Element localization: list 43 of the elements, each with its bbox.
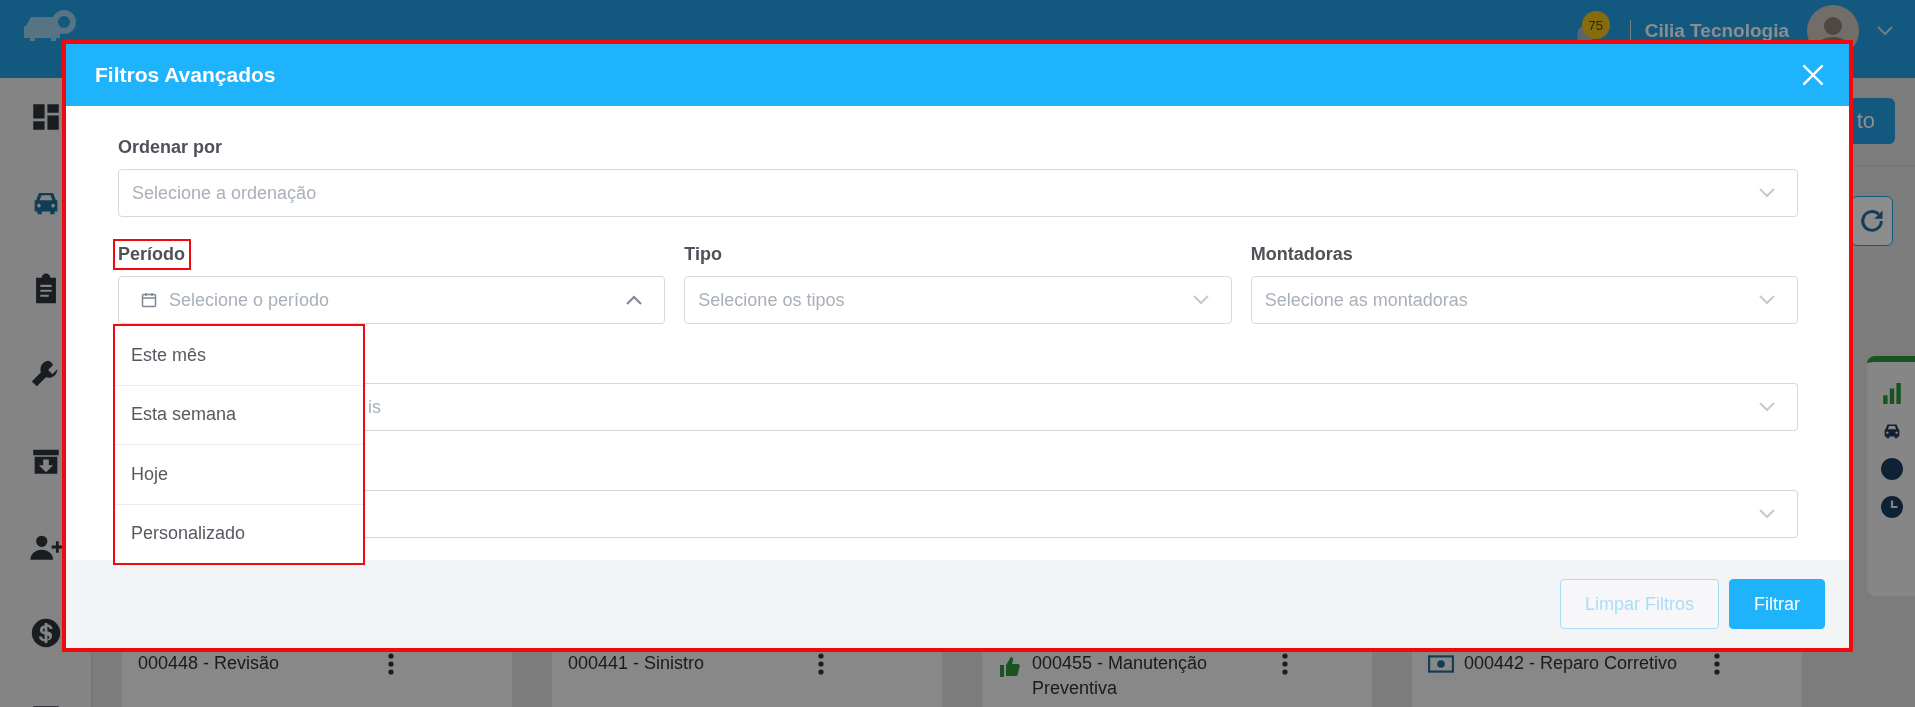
filter-button[interactable]: Filtrar (1729, 579, 1825, 629)
chevron-up-icon (626, 295, 643, 305)
notification-badge: 75 (1581, 11, 1610, 39)
kebab-menu-icon[interactable] (388, 653, 394, 675)
placeholder-text: Selecione as montadoras (1264, 289, 1469, 311)
chevron-down-icon (1759, 188, 1775, 198)
field-label: Tipo (683, 242, 723, 266)
refresh-button[interactable] (1851, 196, 1893, 246)
banknote-icon (1428, 655, 1454, 673)
select-field[interactable]: Selecione o período (118, 276, 666, 324)
select-field[interactable]: Selecione os tipos (684, 276, 1232, 324)
order-title: 000441 - Sinistro (568, 652, 706, 675)
chevron-down-icon (1759, 295, 1775, 305)
dropdown-option[interactable]: Personalizado (115, 503, 363, 563)
select-field[interactable]: Selecione as montadoras (1250, 276, 1798, 324)
bar-chart-icon (1881, 382, 1903, 404)
field-label: Ordenar por (117, 135, 224, 159)
placeholder-text: Selecione os tipos (698, 289, 846, 311)
dialog-title: Filtros Avançados (95, 63, 276, 87)
order-title: 000442 - Reparo Corretivo (1464, 652, 1679, 675)
chevron-down-icon (1192, 295, 1209, 305)
dropdown-option[interactable]: Este mês (115, 326, 363, 385)
refresh-icon (1858, 207, 1886, 235)
kebab-menu-icon[interactable] (1282, 653, 1288, 675)
placeholder-text: Selecione o período (169, 289, 331, 311)
placeholder-text: Selecione a ordenação (132, 182, 318, 204)
order-title: 000455 - Manutenção Preventiva (1032, 652, 1209, 701)
field-label: Período (113, 238, 191, 270)
select-field[interactable] (365, 490, 1798, 538)
thumbs-up-icon (998, 655, 1022, 679)
calendar-icon (141, 292, 157, 308)
kebab-menu-icon[interactable] (1714, 653, 1720, 675)
field-label: Montadoras (1249, 242, 1354, 266)
clock-icon (1881, 496, 1903, 518)
select-field[interactable]: Selecione a ordenação (118, 169, 1798, 217)
order-title: 000448 - Revisão (138, 652, 281, 675)
select-field[interactable]: is (365, 383, 1798, 431)
dropdown-option[interactable]: Hoje (115, 444, 363, 504)
kebab-menu-icon[interactable] (818, 653, 824, 675)
chevron-down-icon (1759, 509, 1775, 519)
placeholder-text: is (368, 396, 382, 418)
dropdown-option[interactable]: Esta semana (115, 384, 363, 444)
chevron-down-icon (1759, 402, 1775, 412)
